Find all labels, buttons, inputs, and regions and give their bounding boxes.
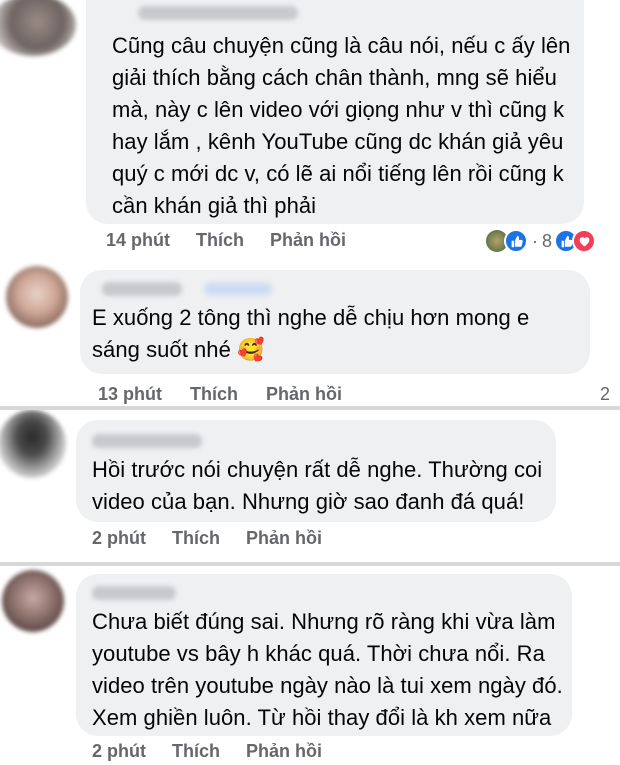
comment-bubble: Cũng câu chuyện cũng là câu nói, nếu c ấ… (86, 0, 584, 224)
avatar[interactable] (0, 0, 76, 56)
like-button[interactable]: Thích (196, 230, 244, 251)
reaction-count: 8 (542, 230, 553, 251)
reply-button[interactable]: Phản hồi (246, 528, 322, 549)
like-reaction-icon (504, 229, 528, 253)
love-reaction-icon (572, 229, 597, 253)
like-button[interactable]: Thích (172, 741, 220, 762)
reply-button[interactable]: Phản hồi (270, 230, 346, 251)
reply-button[interactable]: Phản hồi (246, 741, 322, 762)
comment-text: E xuống 2 tông thì nghe dễ chịu hơn mong… (92, 305, 530, 362)
smiling-face-with-hearts-emoji: 🥰 (237, 337, 265, 362)
comment-text: Chưa biết đúng sai. Nhưng rõ ràng khi vừ… (92, 609, 563, 730)
timestamp[interactable]: 2 phút (92, 741, 146, 762)
author-name[interactable] (138, 6, 298, 20)
author-name[interactable] (92, 434, 202, 448)
author-name[interactable] (92, 586, 176, 600)
timestamp[interactable]: 14 phút (106, 230, 170, 251)
avatar[interactable] (6, 266, 68, 328)
like-button[interactable]: Thích (190, 384, 238, 405)
comment-bubble: Chưa biết đúng sai. Nhưng rõ ràng khi vừ… (76, 574, 572, 736)
comment-bubble: E xuống 2 tông thì nghe dễ chịu hơn mong… (80, 270, 590, 374)
reaction-summary[interactable]: · 8 (486, 229, 597, 253)
comment-bubble: Hồi trước nói chuyện rất dễ nghe. Thường… (76, 420, 556, 522)
author-name[interactable] (102, 282, 182, 296)
comment-2: E xuống 2 tông thì nghe dễ chịu hơn mong… (0, 262, 620, 406)
avatar[interactable] (0, 410, 66, 478)
avatar[interactable] (2, 570, 64, 632)
comment-actions: 13 phút Thích Phản hồi (98, 384, 342, 405)
reaction-summary[interactable]: 2 (600, 384, 610, 405)
comment-actions: 2 phút Thích Phản hồi (92, 741, 322, 762)
comment-3: Hồi trước nói chuyện rất dễ nghe. Thường… (0, 410, 620, 562)
reaction-count: 2 (600, 384, 611, 404)
comment-actions: 14 phút Thích Phản hồi (106, 230, 346, 251)
timestamp[interactable]: 2 phút (92, 528, 146, 549)
comment-1: Cũng câu chuyện cũng là câu nói, nếu c ấ… (0, 0, 620, 262)
comment-text: Cũng câu chuyện cũng là câu nói, nếu c ấ… (112, 33, 571, 218)
timestamp[interactable]: 13 phút (98, 384, 162, 405)
like-button[interactable]: Thích (172, 528, 220, 549)
comment-actions: 2 phút Thích Phản hồi (92, 528, 322, 549)
author-badge[interactable] (204, 283, 272, 295)
reply-button[interactable]: Phản hồi (266, 384, 342, 405)
comment-text: Hồi trước nói chuyện rất dễ nghe. Thường… (92, 457, 543, 514)
comment-4: Chưa biết đúng sai. Nhưng rõ ràng khi vừ… (0, 566, 620, 765)
